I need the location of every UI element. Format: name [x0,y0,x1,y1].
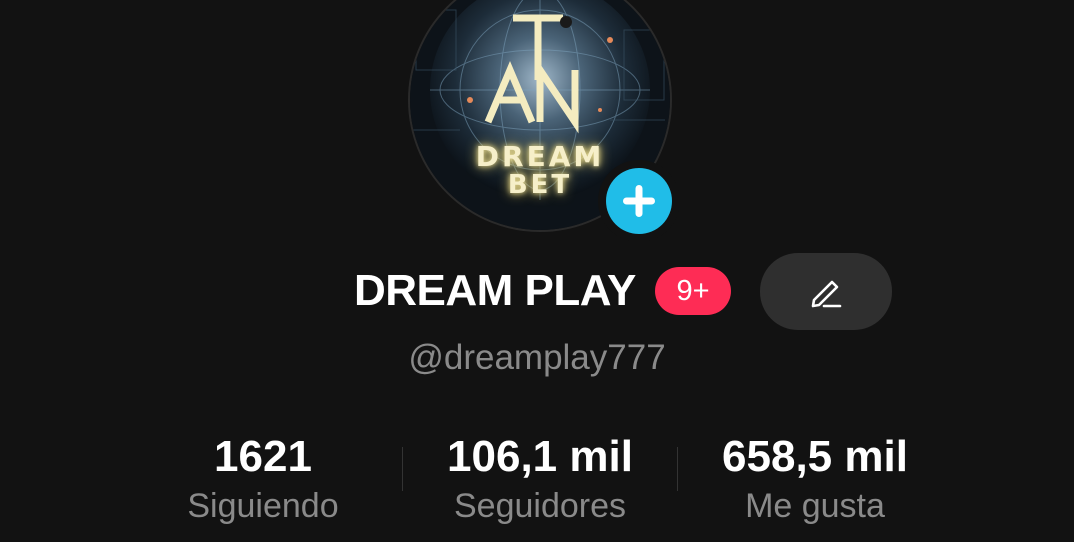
following-count: 1621 [214,432,312,481]
stat-following[interactable]: 1621 Siguiendo [163,432,363,528]
add-avatar-button[interactable] [598,160,680,242]
likes-count: 658,5 mil [722,432,908,481]
plus-icon [606,168,672,234]
likes-label: Me gusta [745,487,885,525]
stat-followers[interactable]: 106,1 mil Seguidores [420,432,660,528]
followers-count: 106,1 mil [447,432,633,481]
profile-name: DREAM PLAY [354,266,636,315]
pencil-icon [811,280,842,307]
profile-handle: @dreamplay777 [408,338,666,377]
stat-likes[interactable]: 658,5 mil Me gusta [690,432,940,528]
notification-badge[interactable]: 9+ [655,267,731,315]
following-label: Siguiendo [187,487,339,525]
stat-divider [677,447,678,491]
profile-header: DREAM BET DREAM PLAY 9+ @dreamplay777 16… [0,0,1074,542]
followers-label: Seguidores [453,487,626,525]
stat-divider [402,447,403,491]
edit-profile-button[interactable] [760,253,892,330]
